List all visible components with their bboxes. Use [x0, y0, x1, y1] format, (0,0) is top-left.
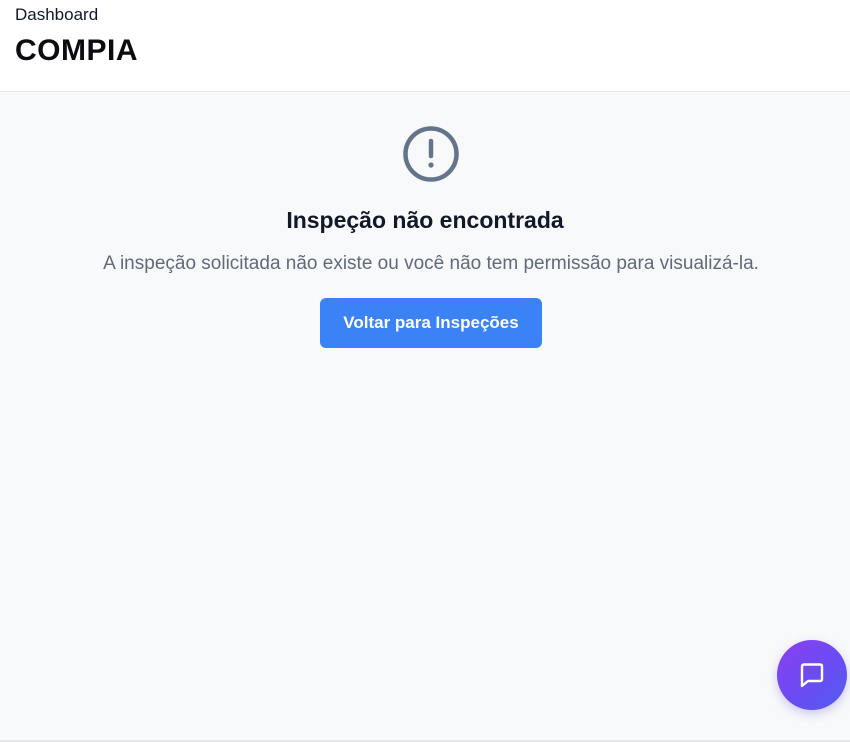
main-content: Inspeção não encontrada A inspeção solic…: [0, 92, 850, 740]
alert-circle-icon: [403, 126, 459, 182]
back-to-inspections-button[interactable]: Voltar para Inspeções: [320, 298, 542, 348]
header: Dashboard COMPIA: [0, 0, 850, 92]
error-title: Inspeção não encontrada: [286, 207, 564, 233]
breadcrumb[interactable]: Dashboard: [15, 5, 98, 25]
chat-button[interactable]: [777, 640, 847, 710]
chat-bubble-icon: [800, 663, 824, 688]
app-title: COMPIA: [15, 34, 138, 67]
error-message: A inspeção solicitada não existe ou você…: [103, 253, 759, 274]
